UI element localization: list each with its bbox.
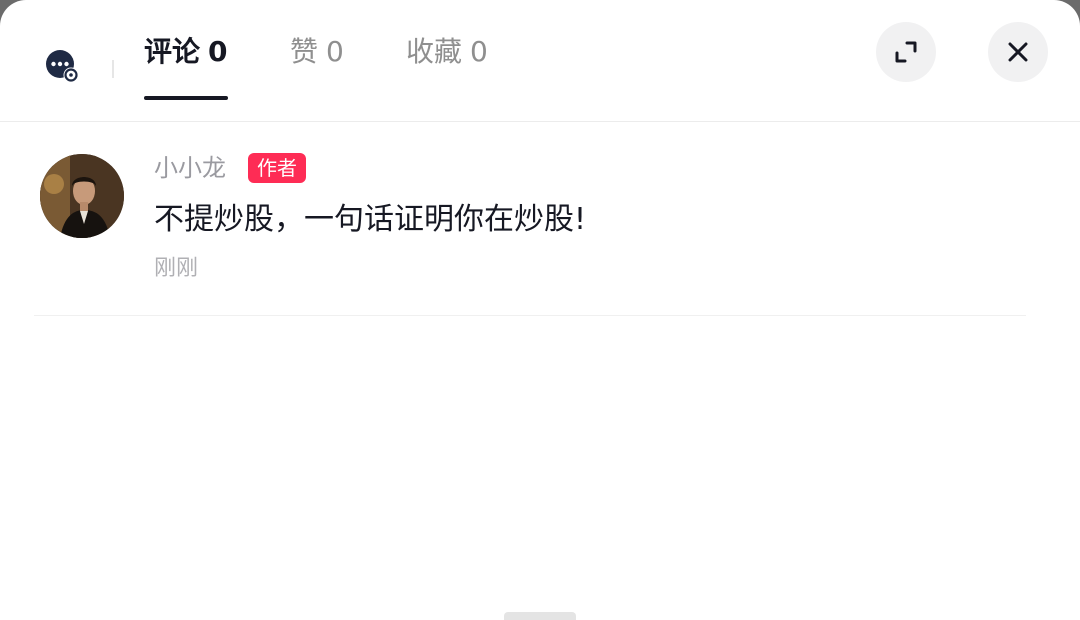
tab-comments[interactable]: 评论 0 xyxy=(144,32,228,72)
tab-comments-label: 评论 xyxy=(144,35,201,68)
tab-likes[interactable]: 赞0 xyxy=(290,32,344,72)
active-tab-indicator xyxy=(144,96,228,100)
comment-panel: 评论 0 赞0 收藏 0 小小龙 作者 不提炒股，一句话证明你在炒股! 刚刚 xyxy=(0,0,1080,620)
expand-icon xyxy=(895,41,917,63)
comment-divider xyxy=(34,315,1026,316)
comment-settings-icon[interactable] xyxy=(44,48,80,84)
close-button[interactable] xyxy=(988,22,1048,82)
tab-favorites-label: 收藏 xyxy=(406,35,463,68)
tab-favorites[interactable]: 收藏 0 xyxy=(406,32,488,72)
author-badge: 作者 xyxy=(248,153,306,183)
tab-comments-count: 0 xyxy=(208,35,228,68)
expand-button[interactable] xyxy=(876,22,936,82)
panel-header: 评论 0 赞0 收藏 0 xyxy=(0,0,1080,122)
tab-likes-label: 赞 xyxy=(290,35,319,68)
bottom-handle xyxy=(504,612,576,620)
comment-author-name[interactable]: 小小龙 xyxy=(154,150,226,186)
comment-text[interactable]: 不提炒股，一句话证明你在炒股! xyxy=(154,198,586,242)
header-divider xyxy=(112,60,114,78)
avatar[interactable] xyxy=(40,154,124,238)
tab-favorites-count: 0 xyxy=(470,35,488,68)
close-icon xyxy=(1008,42,1028,62)
comment-timestamp: 刚刚 xyxy=(154,256,199,281)
tab-likes-count: 0 xyxy=(326,35,344,68)
